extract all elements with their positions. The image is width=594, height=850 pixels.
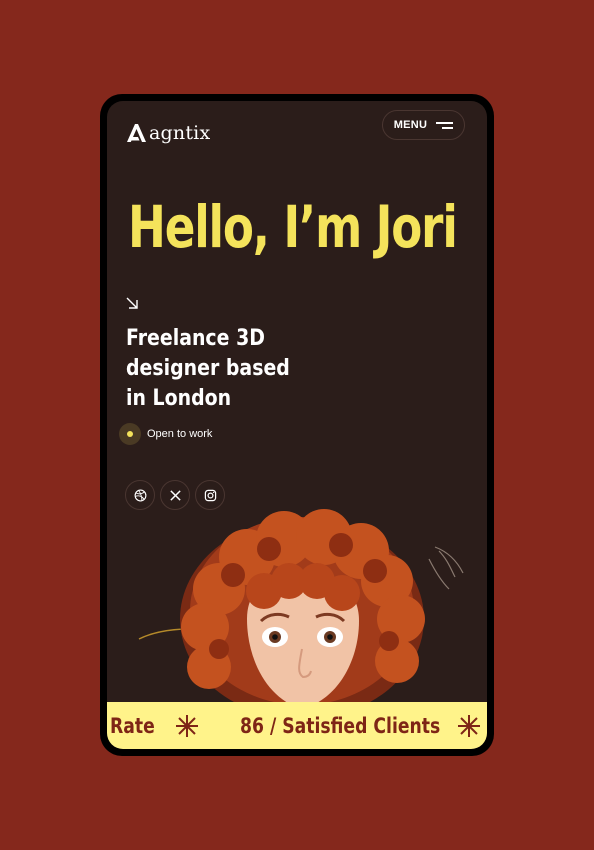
- hero-title-wrap: Hello, I’m Jori: [128, 189, 479, 265]
- menu-button[interactable]: MENU: [382, 110, 465, 140]
- ticker-item: Rate: [110, 713, 155, 738]
- hero-title: Hello, I’m Jori: [128, 193, 458, 261]
- ticker-track: Rate 86 / Satisfied Clients: [110, 702, 482, 749]
- phone-frame: agntix MENU Hello, I’m Jori Freelance 3D…: [100, 94, 494, 756]
- brand-name: agntix: [149, 122, 211, 144]
- menu-label: MENU: [393, 119, 428, 131]
- subtitle-line: Freelance 3D: [126, 326, 265, 351]
- ticker-item: 86 / Satisfied Clients: [240, 713, 441, 738]
- status-indicator-icon: [119, 423, 141, 445]
- status-text: Open to work: [147, 428, 213, 440]
- arrow-down-right-icon: [126, 297, 138, 309]
- hero-subtitle: Freelance 3D designer based in London: [126, 324, 341, 414]
- stats-ticker: Rate 86 / Satisfied Clients: [107, 702, 487, 749]
- asterisk-icon: [176, 714, 198, 737]
- subtitle-line: designer based: [126, 356, 290, 381]
- subtitle-line: in London: [126, 386, 232, 411]
- asterisk-icon: [458, 714, 480, 737]
- logo-mark-icon: [127, 124, 146, 142]
- portrait-image: [138, 509, 464, 709]
- availability-status: Open to work: [119, 423, 212, 445]
- brand-logo[interactable]: agntix: [125, 117, 210, 149]
- hamburger-icon: [436, 121, 454, 129]
- app-screen: agntix MENU Hello, I’m Jori Freelance 3D…: [107, 101, 487, 749]
